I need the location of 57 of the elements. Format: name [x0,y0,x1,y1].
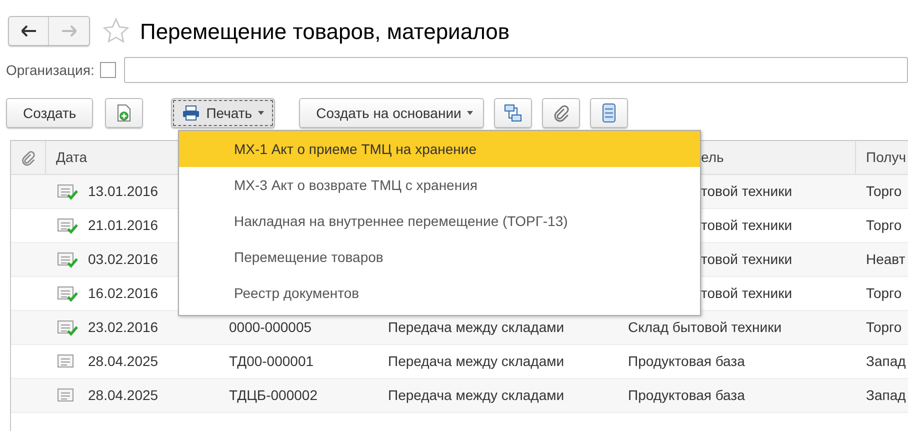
star-icon[interactable] [102,17,130,45]
window-title: Перемещение товаров, материалов [140,18,510,46]
date-cell-text: 28.04.2025 [88,386,158,405]
paperclip-icon [553,104,570,122]
operation-cell-text: Передача между складами [388,318,564,337]
column-header[interactable]: Дата [56,147,88,168]
menu-item[interactable]: МХ-1 Акт о приеме ТМЦ на хранение [179,131,700,167]
sender-cell-text: Продуктовая база [628,352,745,371]
attachments-button[interactable] [542,98,580,128]
sender-cell-text: товой техники [701,216,792,235]
date-cell-text: 16.02.2016 [88,284,158,303]
sender-cell-text: товой техники [701,250,792,269]
menu-item[interactable]: Перемещение товаров [179,239,700,275]
date-cell-text: 21.01.2016 [88,216,158,235]
sender-cell-text: товой техники [701,182,792,201]
right-arrow-icon [61,25,77,37]
print-button[interactable]: Печать [171,98,276,128]
structure-icon [504,104,522,122]
column-header[interactable]: ель [701,147,724,168]
sender-cell-text: Продуктовая база [628,386,745,405]
organization-field[interactable] [124,57,908,83]
operation-cell-text: Передача между складами [388,352,564,371]
caret-icon [467,111,474,115]
printer-icon [182,105,200,121]
organization-checkbox[interactable] [100,62,116,78]
number-cell-text: ТД00-000001 [229,352,314,371]
list-icon [602,103,616,123]
number-cell-text: 0000-000005 [229,318,312,337]
menu-item[interactable]: МХ-3 Акт о возврате ТМЦ с хранения [179,167,700,203]
create-based-on-button[interactable]: Создать на основании [299,98,484,128]
recipient-cell-text: Запад [866,352,906,371]
left-arrow-icon [20,25,36,37]
column-header[interactable]: Получ [866,147,906,168]
recipient-cell-text: Торго [866,284,902,303]
list-button[interactable] [590,98,628,128]
operation-cell-text: Передача между складами [388,386,564,405]
menu-item[interactable]: Реестр документов [179,275,700,311]
date-cell-text: 23.02.2016 [88,318,158,337]
recipient-cell-text: Торго [866,216,902,235]
menu-item[interactable]: Накладная на внутреннее перемещение (ТОРГ-13) [179,203,700,239]
sender-cell-text: Склад бытовой техники [628,318,782,337]
recipient-cell-text: Неавт [866,250,906,269]
date-cell-text: 28.04.2025 [88,352,158,371]
add-document-icon [116,104,132,122]
caret-icon [258,111,264,115]
add-document-button[interactable] [105,98,144,128]
number-cell-text: ТДЦБ-000002 [229,386,318,405]
date-cell-text: 03.02.2016 [88,250,158,269]
structure-button[interactable] [494,98,532,128]
create-button[interactable]: Создать [6,98,94,128]
paperclip-icon [21,150,35,166]
recipient-cell-text: Запад [866,386,906,405]
organization-label: Организация: [6,60,94,80]
sender-cell-text: товой техники [701,284,792,303]
date-cell-text: 13.01.2016 [88,182,158,201]
recipient-cell-text: Торго [866,318,902,337]
recipient-cell-text: Торго [866,182,902,201]
